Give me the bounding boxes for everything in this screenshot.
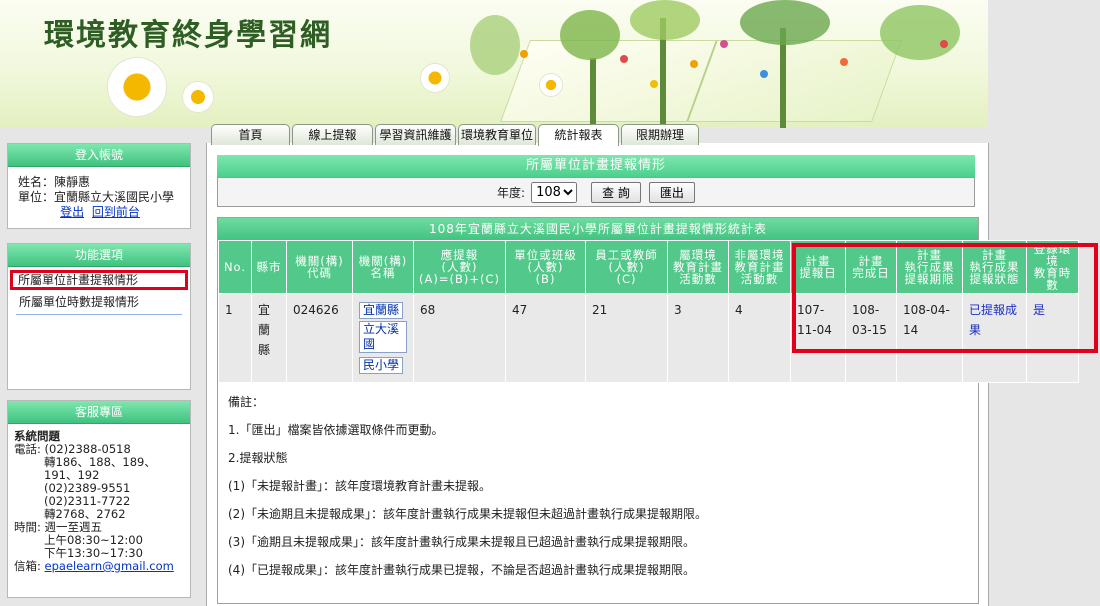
daisy-icon <box>183 82 213 112</box>
daisy-icon <box>421 64 449 92</box>
cell-report-date: 107-11-04 <box>790 293 846 383</box>
menu-item-plan-report[interactable]: 所屬單位計畫提報情形 <box>10 270 188 290</box>
table-row: 1 宜蘭縣 024626 宜蘭縣 立大溪國 民小學 68 47 21 3 4 1… <box>218 293 1079 383</box>
cell-env-activities: 3 <box>667 293 729 383</box>
tab-learning-info[interactable]: 學習資訊維護 <box>375 124 456 145</box>
menu-item-hours-report[interactable]: 所屬單位時數提報情形 <box>11 293 187 311</box>
org-name-line[interactable]: 民小學 <box>359 357 404 374</box>
col-done-date: 計畫 完成日 <box>845 240 897 294</box>
export-button[interactable]: 匯出 <box>648 181 695 203</box>
service-box: 客服專區 系統問題 電話: (02)2388-0518 轉186、188、189… <box>7 400 191 598</box>
col-deadline: 計畫 執行成果 提報期限 <box>896 240 963 294</box>
function-header: 功能選項 <box>8 244 190 267</box>
site-title: 環境教育終身學習網 <box>44 18 332 53</box>
col-no: No. <box>218 240 252 294</box>
cell-hours[interactable]: 是 <box>1026 293 1079 383</box>
cell-unit-count: 47 <box>505 293 586 383</box>
col-report-date: 計畫 提報日 <box>790 240 846 294</box>
col-org-code: 機關(構) 代碼 <box>286 240 353 294</box>
cell-done-date: 108-03-15 <box>845 293 897 383</box>
org-name-line[interactable]: 立大溪國 <box>359 321 407 353</box>
phone-label: 電話: <box>14 442 41 456</box>
note-line: (3)「逾期且未提報成果」：該年度計畫執行成果未提報且已超過計畫執行成果提報期限… <box>228 535 696 549</box>
report-table: No. 縣市 機關(構) 代碼 機關(構) 名稱 應提報 (人數) (A)=(B… <box>218 240 1079 383</box>
cell-no: 1 <box>218 293 252 383</box>
col-should-report: 應提報 (人數) (A)=(B)+(C) <box>413 240 506 294</box>
login-box: 登入帳號 姓名：陳靜惠 單位：宜蘭縣立大溪國民小學 登出 回到前台 <box>7 143 191 229</box>
tree-icon <box>590 58 596 128</box>
year-label: 年度: <box>497 185 526 200</box>
cell-should-report: 68 <box>413 293 506 383</box>
page-title: 所屬單位計畫提報情形 <box>217 155 975 177</box>
report-table-box: 108年宜蘭縣立大溪國民小學所屬單位計畫提報情形統計表 No. 縣市 機關(構)… <box>217 217 1079 604</box>
menu-divider <box>16 314 182 315</box>
col-unit-count: 單位或班級 (人數) (B) <box>505 240 586 294</box>
note-line: (2)「未逾期且未提報成果」：該年度計畫執行成果未提報但未超過計畫執行成果提報期… <box>228 507 708 521</box>
service-header: 客服專區 <box>8 401 190 424</box>
tab-online-report[interactable]: 線上提報 <box>292 124 373 145</box>
year-select[interactable]: 108 <box>531 181 578 203</box>
col-env-activities: 屬環境 教育計畫 活動數 <box>667 240 729 294</box>
table-header-row: No. 縣市 機關(構) 代碼 機關(構) 名稱 應提報 (人數) (A)=(B… <box>218 240 1079 294</box>
email-link[interactable]: epaelearn@gmail.com <box>45 559 174 573</box>
cell-county: 宜蘭縣 <box>251 293 287 383</box>
col-org-name: 機關(構) 名稱 <box>352 240 414 294</box>
logout-link[interactable]: 登出 <box>60 205 84 219</box>
user-name: 陳靜惠 <box>54 175 91 189</box>
col-non-env-activities: 非屬環境 教育計畫 活動數 <box>728 240 791 294</box>
unit-label: 單位： <box>18 190 55 204</box>
col-status: 計畫 執行成果 提報狀態 <box>962 240 1027 294</box>
user-unit: 宜蘭縣立大溪國民小學 <box>54 190 175 204</box>
query-button[interactable]: 查 詢 <box>591 181 641 203</box>
header-banner: 環境教育終身學習網 <box>0 0 988 128</box>
filter-bar: 年度: 108 查 詢 匯出 <box>217 177 975 207</box>
name-label: 姓名： <box>18 175 55 189</box>
cell-staff-count: 21 <box>585 293 668 383</box>
login-header: 登入帳號 <box>8 144 190 167</box>
notes-title: 備註： <box>228 395 265 409</box>
service-days: 週一至週五 <box>44 520 103 534</box>
report-title: 108年宜蘭縣立大溪國民小學所屬單位計畫提報情形統計表 <box>218 218 978 240</box>
note-line: (1)「未提報計畫」：該年度環境教育計畫未提報。 <box>228 479 491 493</box>
cell-non-env-activities: 4 <box>728 293 791 383</box>
cell-org-name: 宜蘭縣 立大溪國 民小學 <box>352 293 414 383</box>
tab-env-units[interactable]: 環境教育單位 <box>458 124 536 145</box>
notes-section: 備註： 1.「匯出」檔案皆依據選取條件而更動。 2.提報狀態 (1)「未提報計畫… <box>218 383 978 603</box>
cell-code: 024626 <box>286 293 353 383</box>
cell-status[interactable]: 已提報成果 <box>962 293 1027 383</box>
note-line: 1.「匯出」檔案皆依據選取條件而更動。 <box>228 423 444 437</box>
note-line: (4)「已提報成果」：該年度計畫執行成果已提報，不論是否超過計畫執行成果提報期限… <box>228 563 696 577</box>
phone-1: (02)2388-0518 <box>44 442 131 456</box>
tab-statistics[interactable]: 統計報表 <box>538 124 619 146</box>
function-menu: 功能選項 所屬單位計畫提報情形 所屬單位時數提報情形 <box>7 243 191 390</box>
time-label: 時間: <box>14 520 41 534</box>
daisy-icon <box>108 58 166 116</box>
org-name-line[interactable]: 宜蘭縣 <box>359 302 404 319</box>
mail-label: 信箱: <box>14 559 41 573</box>
note-line: 2.提報狀態 <box>228 451 288 465</box>
col-staff-count: 員工或教師 (人數) (C) <box>585 240 668 294</box>
daisy-icon <box>540 74 562 96</box>
main-nav-tabs: 首頁 線上提報 學習資訊維護 環境教育單位 統計報表 限期辦理 <box>211 124 699 146</box>
main-panel: 所屬單位計畫提報情形 年度: 108 查 詢 匯出 108年宜蘭縣立大溪國民小學… <box>206 143 1079 606</box>
cell-deadline: 108-04-14 <box>896 293 963 383</box>
col-hours: 登錄環境 教育時數 <box>1026 240 1079 294</box>
tab-home[interactable]: 首頁 <box>211 124 290 145</box>
tab-deadline[interactable]: 限期辦理 <box>621 124 699 145</box>
phone-ext-1: 轉186、188、189、191、192 <box>44 455 156 482</box>
col-county: 縣市 <box>251 240 287 294</box>
back-to-front-link[interactable]: 回到前台 <box>92 205 140 219</box>
